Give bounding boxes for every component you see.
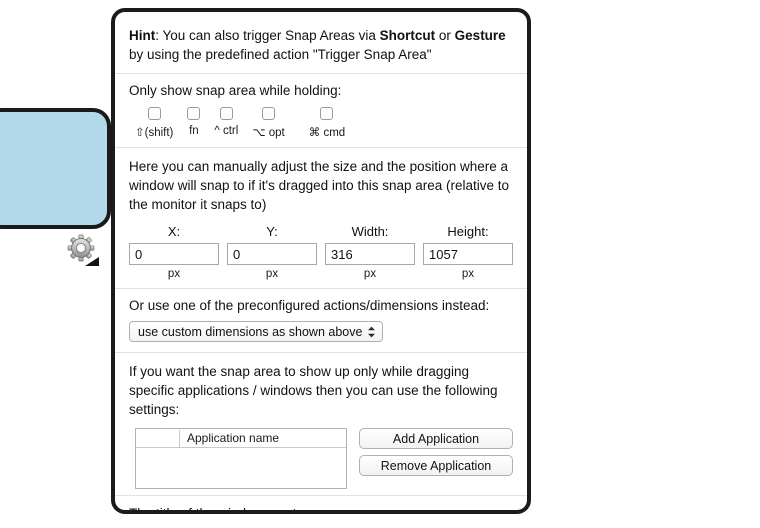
dimension-fields: X: px Y: px Width: px Height: px <box>129 224 513 280</box>
chevron-updown-icon <box>367 325 376 338</box>
height-unit: px <box>461 268 475 280</box>
height-input[interactable] <box>423 243 513 265</box>
modifier-opt-checkbox[interactable] <box>262 107 276 120</box>
modifier-fn[interactable]: fn <box>187 107 201 137</box>
modifier-shift-checkbox[interactable] <box>147 107 161 120</box>
hint-text: Hint: You can also trigger Snap Areas vi… <box>129 26 513 64</box>
x-unit: px <box>167 268 181 280</box>
dimension-field-height: Height: px <box>423 224 513 280</box>
modifier-checkbox-list: ⇧(shift) fn ^ ctrl ⌥ opt ⌘ cmd <box>129 107 513 139</box>
description-text: Here you can manually adjust the size an… <box>129 159 510 212</box>
modifier-opt-label: ⌥ opt <box>252 127 285 139</box>
modifiers-section: Only show snap area while holding: ⇧(shi… <box>115 74 527 147</box>
snap-area-settings-gear-button[interactable] <box>66 233 104 271</box>
hint-part2: or <box>435 28 455 43</box>
remove-application-button[interactable]: Remove Application <box>359 455 513 476</box>
preconfigured-section: Or use one of the preconfigured actions/… <box>115 289 527 352</box>
application-table-body[interactable] <box>136 448 346 489</box>
modifier-fn-label: fn <box>189 125 199 137</box>
window-title-input[interactable] <box>325 510 513 514</box>
dimension-field-width: Width: px <box>325 224 415 280</box>
gear-icon <box>67 234 99 266</box>
applications-row: Application name Add Application Remove … <box>129 428 513 489</box>
application-buttons: Add Application Remove Application <box>359 428 513 476</box>
modifier-ctrl-label: ^ ctrl <box>214 125 239 137</box>
hint-part1: : You can also trigger Snap Areas via <box>155 28 380 43</box>
hint-section: Hint: You can also trigger Snap Areas vi… <box>115 12 527 73</box>
application-icon-column <box>136 429 180 447</box>
window-title-section: The title of the window must contain: <box>115 496 527 514</box>
modifier-fn-checkbox[interactable] <box>187 107 201 120</box>
applications-description: If you want the snap area to show up onl… <box>129 364 498 417</box>
width-input[interactable] <box>325 243 415 265</box>
preconfigured-label: Or use one of the preconfigured actions/… <box>129 298 490 313</box>
modifier-shift-label: ⇧(shift) <box>135 127 174 139</box>
dimension-field-y: Y: px <box>227 224 317 280</box>
application-table[interactable]: Application name <box>135 428 347 489</box>
modifiers-label: Only show snap area while holding: <box>129 83 342 98</box>
modifier-ctrl-checkbox[interactable] <box>219 107 233 120</box>
snap-area-settings-popover: Hint: You can also trigger Snap Areas vi… <box>111 8 531 514</box>
modifier-opt[interactable]: ⌥ opt <box>252 107 285 139</box>
hint-shortcut: Shortcut <box>379 28 436 43</box>
applications-section: If you want the snap area to show up onl… <box>115 353 527 495</box>
window-title-label: The title of the window must contain: <box>129 506 297 514</box>
preconfigured-dropdown[interactable]: use custom dimensions as shown above <box>129 321 384 342</box>
preconfigured-selected-value: use custom dimensions as shown above <box>138 324 363 339</box>
hint-part3: by using the predefined action "Trigger … <box>129 47 432 62</box>
modifier-shift[interactable]: ⇧(shift) <box>135 107 173 139</box>
hint-prefix: Hint <box>129 28 156 43</box>
y-input[interactable] <box>227 243 317 265</box>
height-label: Height: <box>447 224 489 239</box>
modifier-ctrl[interactable]: ^ ctrl <box>214 107 238 137</box>
width-label: Width: <box>351 224 389 239</box>
add-application-button[interactable]: Add Application <box>359 428 513 449</box>
application-name-column-header: Application name <box>187 431 280 445</box>
hint-gesture: Gesture <box>454 28 506 43</box>
dimension-field-x: X: px <box>129 224 219 280</box>
modifier-cmd-label: ⌘ cmd <box>308 127 346 139</box>
width-unit: px <box>363 268 377 280</box>
y-label: Y: <box>266 224 278 239</box>
description-section: Here you can manually adjust the size an… <box>115 148 527 220</box>
modifier-cmd-checkbox[interactable] <box>320 107 334 120</box>
y-unit: px <box>265 268 279 280</box>
x-label: X: <box>167 224 181 239</box>
snap-area-preview[interactable] <box>0 108 111 229</box>
application-table-header: Application name <box>136 429 346 448</box>
dimensions-section: X: px Y: px Width: px Height: px <box>115 220 527 288</box>
modifier-cmd[interactable]: ⌘ cmd <box>309 107 345 139</box>
x-input[interactable] <box>129 243 219 265</box>
